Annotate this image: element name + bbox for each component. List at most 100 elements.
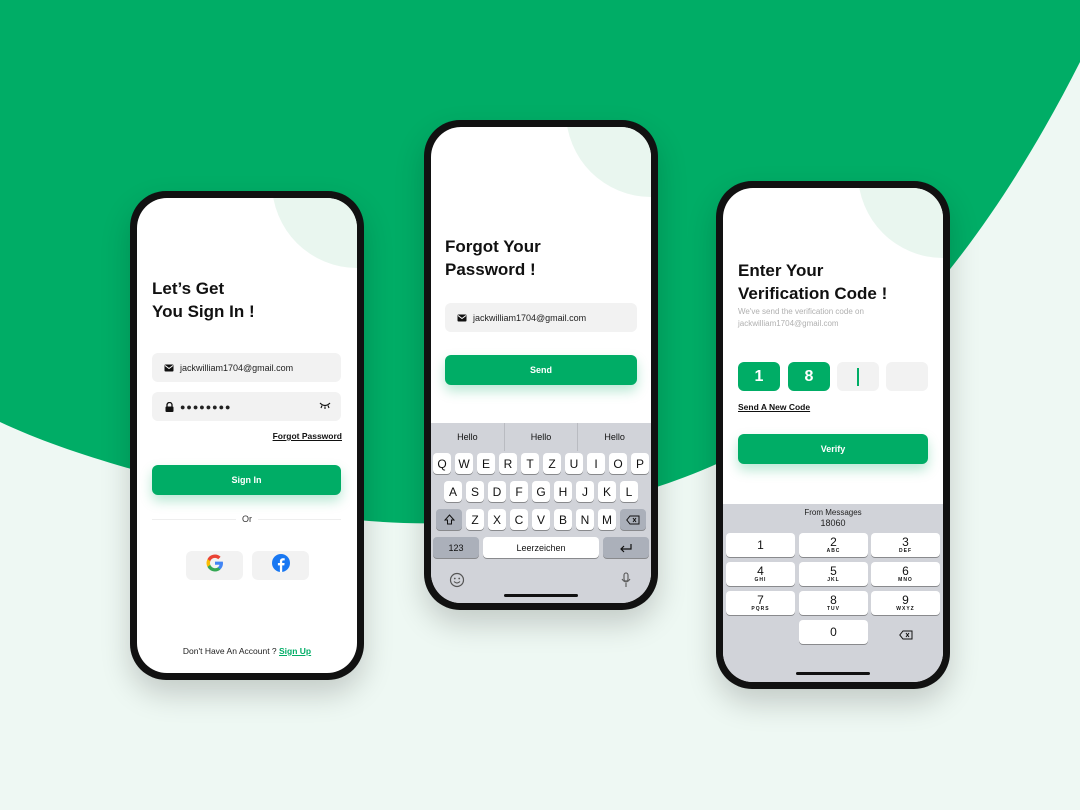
key[interactable]: Z — [466, 509, 484, 530]
home-indicator — [504, 594, 578, 597]
key[interactable]: F — [510, 481, 528, 502]
key[interactable]: N — [576, 509, 594, 530]
otp-box-1[interactable]: 1 — [738, 362, 780, 391]
key[interactable]: T — [521, 453, 539, 474]
key[interactable]: P — [631, 453, 649, 474]
numpad-key-5[interactable]: 5 JKL — [799, 562, 868, 586]
key[interactable]: U — [565, 453, 583, 474]
numpad-key-0[interactable]: 0 — [799, 620, 868, 644]
email-value: jackwilliam1704@gmail.com — [473, 312, 587, 323]
verify-screen: Enter Your Verification Code ! We've sen… — [723, 188, 943, 682]
keyboard: Hello Hello Hello Q W E R T Z U I O P A … — [431, 423, 651, 603]
key-row-2: A S D F G H J K L — [431, 481, 651, 502]
key[interactable]: D — [488, 481, 506, 502]
decor-blob — [566, 127, 651, 197]
emoji-icon[interactable] — [449, 572, 465, 593]
key[interactable]: X — [488, 509, 506, 530]
key[interactable]: W — [455, 453, 473, 474]
otp-box-3[interactable] — [837, 362, 879, 391]
return-key[interactable] — [603, 537, 649, 558]
key[interactable]: S — [466, 481, 484, 502]
key-row-3: Z X C V B N M — [431, 509, 651, 530]
key[interactable]: J — [576, 481, 594, 502]
key[interactable]: A — [444, 481, 462, 502]
suggestion-item[interactable]: Hello — [577, 423, 651, 451]
text-caret — [857, 367, 859, 386]
forgot-password-link[interactable]: Forgot Password — [273, 431, 342, 441]
phone-forgot: Forgot Your Password ! jackwilliam1704@g… — [424, 120, 658, 610]
decor-blob — [272, 198, 357, 268]
numeric-keyboard: From Messages 18060 1 2 ABC 3 DEF 4 GHI 5 JK… — [723, 504, 943, 682]
microphone-icon[interactable] — [621, 572, 631, 593]
autofill-source: From Messages — [804, 508, 862, 517]
email-field[interactable]: jackwilliam1704@gmail.com — [445, 303, 637, 332]
signup-prompt: Don't Have An Account ? Sign Up — [137, 646, 357, 656]
sign-up-link[interactable]: Sign Up — [279, 646, 311, 656]
shift-icon — [443, 514, 455, 525]
key[interactable]: E — [477, 453, 495, 474]
mail-icon — [457, 314, 467, 322]
forgot-title-line2: Password ! — [445, 260, 536, 279]
return-icon — [620, 543, 632, 552]
send-new-code-link[interactable]: Send A New Code — [738, 402, 810, 412]
forgot-screen: Forgot Your Password ! jackwilliam1704@g… — [431, 127, 651, 603]
suggestion-item[interactable]: Hello — [503, 423, 578, 451]
numpad-key-7[interactable]: 7 PQRS — [726, 591, 795, 615]
phone-verify: Enter Your Verification Code ! We've sen… — [716, 181, 950, 689]
lock-icon — [164, 401, 174, 412]
otp-box-2[interactable]: 8 — [788, 362, 830, 391]
eye-closed-icon[interactable] — [319, 401, 331, 412]
facebook-button[interactable] — [252, 551, 309, 580]
google-button[interactable] — [186, 551, 243, 580]
numpad-key-1[interactable]: 1 — [726, 533, 795, 557]
numpad-key-4[interactable]: 4 GHI — [726, 562, 795, 586]
no-account-text: Don't Have An Account ? — [182, 646, 280, 656]
send-button[interactable]: Send — [445, 355, 637, 385]
key[interactable]: Z — [543, 453, 561, 474]
key[interactable]: K — [598, 481, 616, 502]
verify-button[interactable]: Verify — [738, 434, 928, 464]
key[interactable]: M — [598, 509, 616, 530]
mail-icon — [164, 364, 174, 372]
facebook-icon — [271, 554, 290, 577]
key[interactable]: O — [609, 453, 627, 474]
forgot-title-line1: Forgot Your — [445, 237, 541, 256]
signin-title-line2: You Sign In ! — [152, 302, 255, 321]
suggestion-item[interactable]: Hello — [431, 423, 504, 451]
signin-title-line1: Let’s Get — [152, 279, 225, 298]
autofill-suggestion[interactable]: From Messages 18060 — [723, 508, 943, 528]
backspace-key[interactable] — [620, 509, 646, 530]
shift-key[interactable] — [436, 509, 462, 530]
signin-screen: Let’s Get You Sign In ! jackwilliam1704@… — [137, 198, 357, 673]
numpad-key-8[interactable]: 8 TUV — [799, 591, 868, 615]
space-key[interactable]: Leerzeichen — [483, 537, 599, 558]
numpad-key-9[interactable]: 9 WXYZ — [871, 591, 940, 615]
home-indicator — [796, 672, 870, 675]
key[interactable]: I — [587, 453, 605, 474]
subtitle-email: jackwilliam1704@gmail.com — [738, 319, 839, 328]
otp-box-4[interactable] — [886, 362, 928, 391]
email-field[interactable]: jackwilliam1704@gmail.com — [152, 353, 341, 382]
key[interactable]: C — [510, 509, 528, 530]
suggestion-bar: Hello Hello Hello — [431, 423, 651, 451]
key[interactable]: R — [499, 453, 517, 474]
backspace-icon[interactable] — [899, 627, 913, 645]
forgot-title: Forgot Your Password ! — [445, 235, 541, 281]
key[interactable]: H — [554, 481, 572, 502]
signin-title: Let’s Get You Sign In ! — [152, 277, 255, 323]
key[interactable]: Q — [433, 453, 451, 474]
key[interactable]: G — [532, 481, 550, 502]
key[interactable]: B — [554, 509, 572, 530]
verify-title-line2: Verification Code ! — [738, 284, 888, 303]
backspace-icon — [626, 515, 640, 524]
numpad-key-3[interactable]: 3 DEF — [871, 533, 940, 557]
verify-subtitle: We've send the verification code on jack… — [738, 306, 864, 330]
sign-in-button[interactable]: Sign In — [152, 465, 341, 495]
numbers-key[interactable]: 123 — [433, 537, 479, 558]
numpad-key-2[interactable]: 2 ABC — [799, 533, 868, 557]
numpad-key-6[interactable]: 6 MNO — [871, 562, 940, 586]
key[interactable]: V — [532, 509, 550, 530]
password-field[interactable]: ●●●●●●●● — [152, 392, 341, 421]
password-value: ●●●●●●●● — [180, 401, 232, 412]
key[interactable]: L — [620, 481, 638, 502]
